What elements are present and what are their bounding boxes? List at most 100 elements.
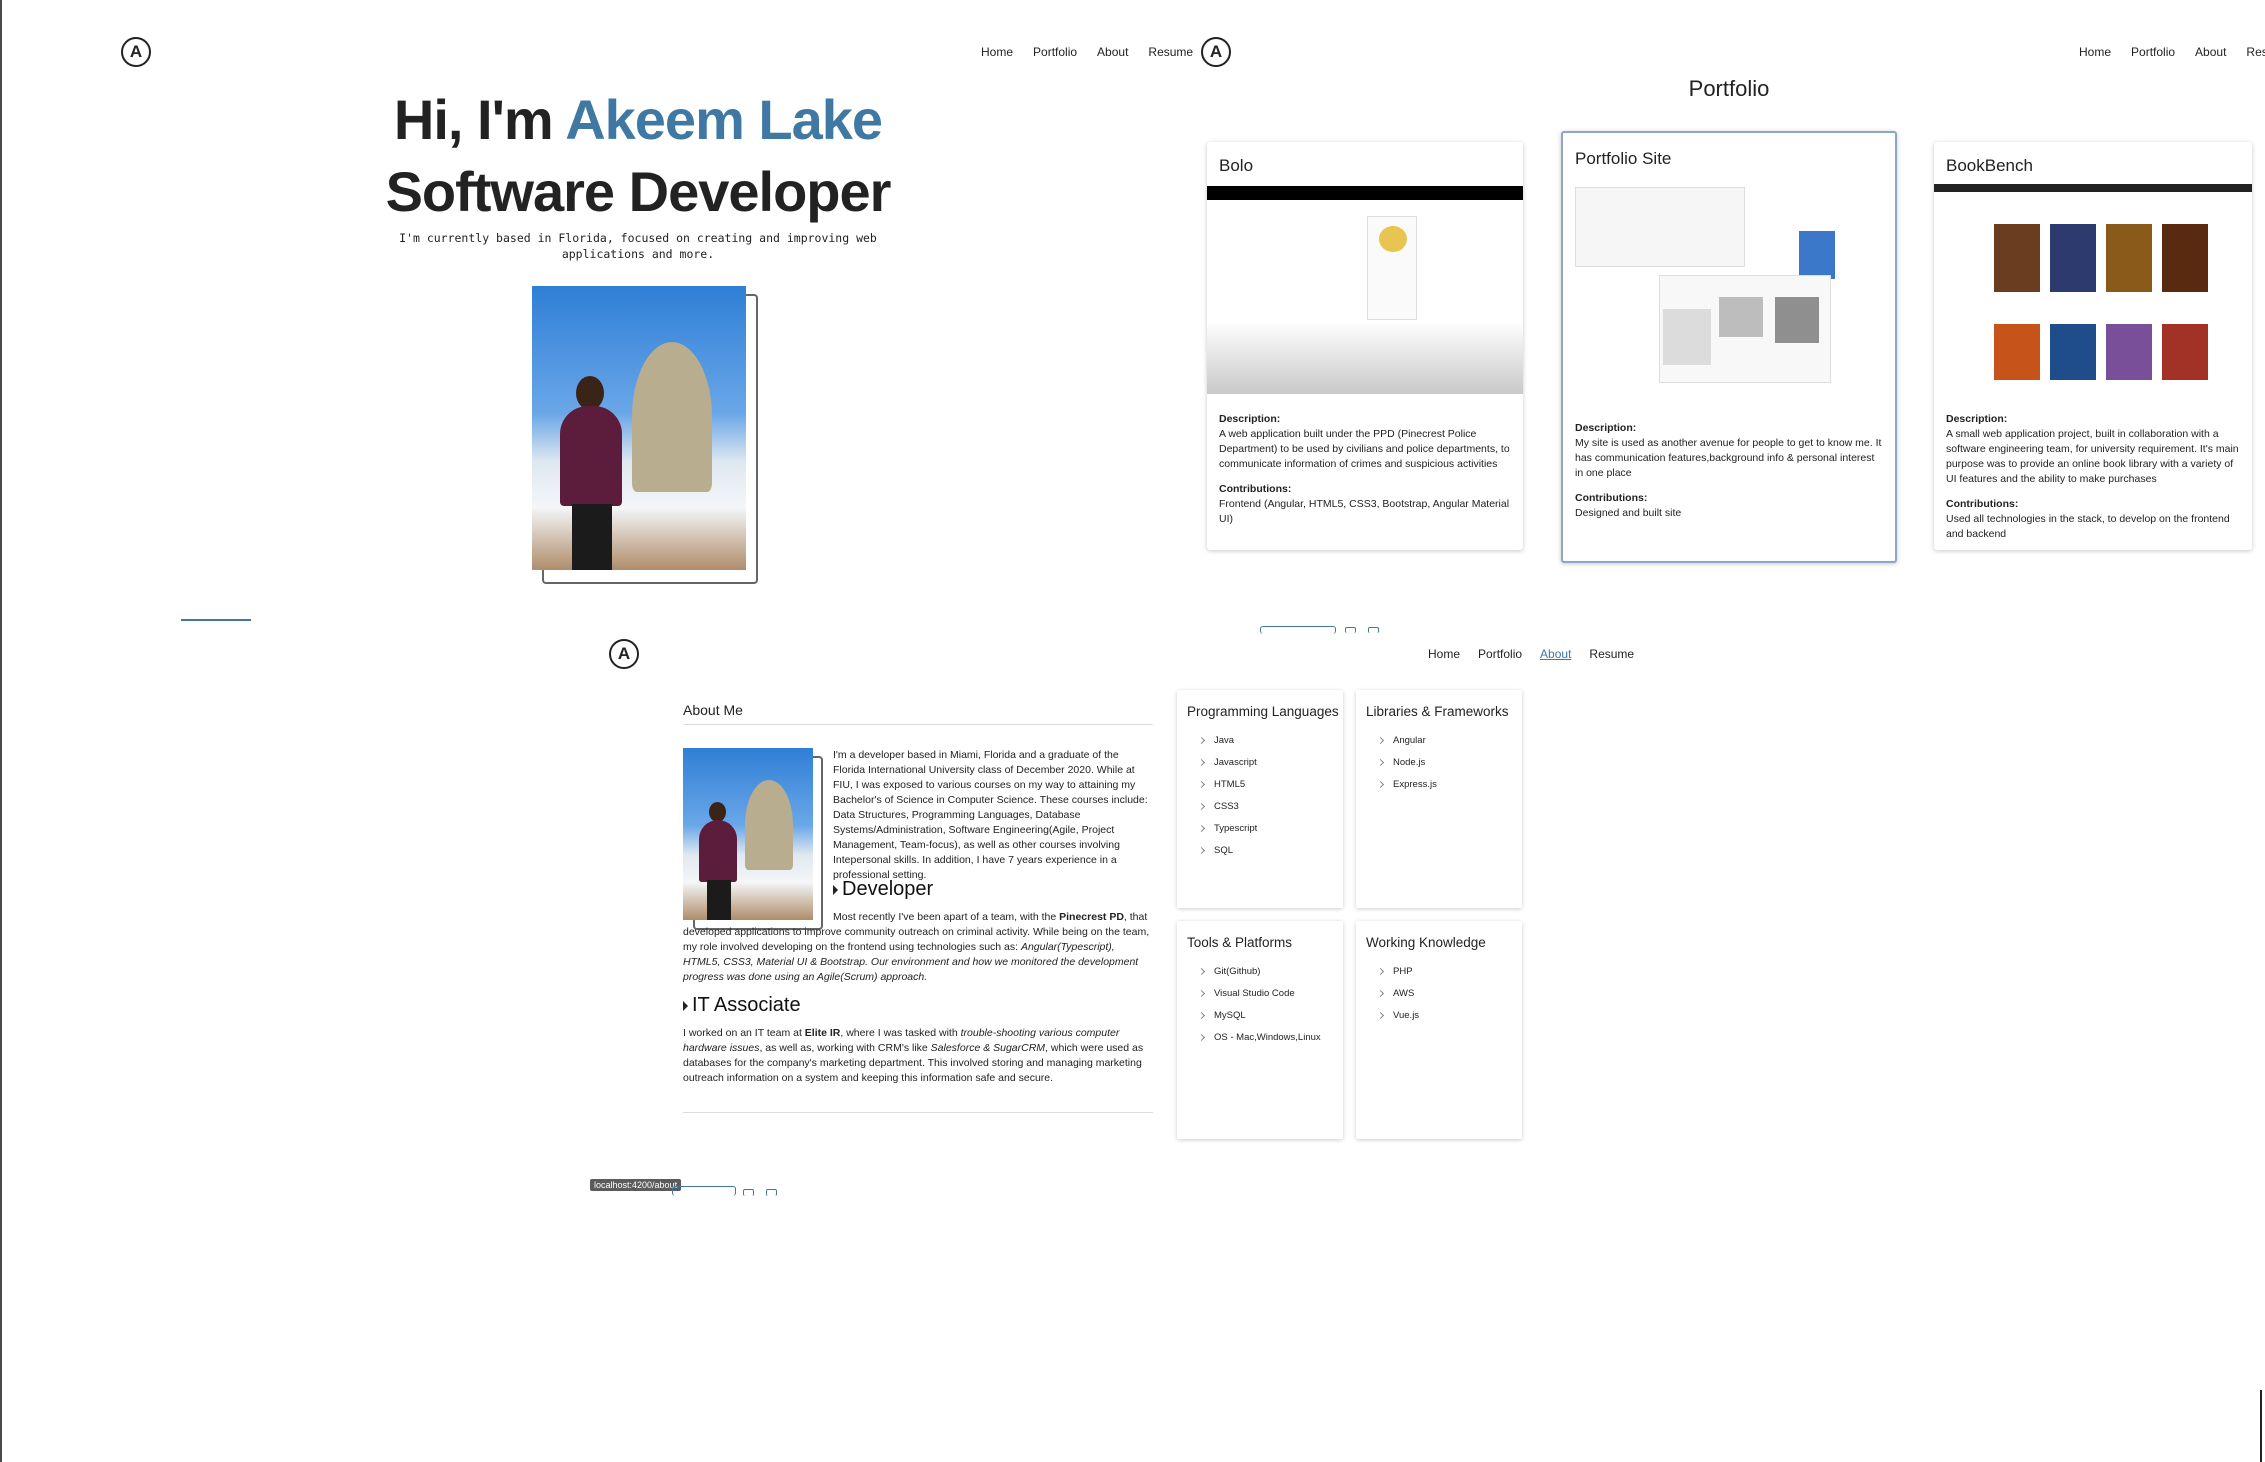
chevron-right-icon — [1197, 989, 1206, 998]
nav-portfolio[interactable]: Portfolio — [2131, 45, 2175, 59]
skill-item: MySQL — [1197, 1005, 1321, 1027]
it-paragraph: I worked on an IT team at Elite IR, wher… — [683, 1027, 1144, 1084]
window-edge — [0, 0, 2, 1462]
logo-icon[interactable]: A — [1201, 37, 1231, 67]
chevron-right-icon — [1376, 780, 1385, 789]
divider — [683, 1112, 1153, 1113]
project-title: Bolo — [1219, 156, 1254, 175]
project-screenshot — [1207, 186, 1523, 394]
project-description: Description: A small web application proj… — [1946, 413, 2239, 540]
skill-list: PHP AWS Vue.js — [1376, 961, 1419, 1027]
chevron-right-icon — [1197, 846, 1206, 855]
project-title: Portfolio Site — [1575, 149, 1672, 168]
skill-card-title: Programming Languages — [1187, 704, 1339, 719]
portfolio-nav: Home Portfolio About Resume — [2079, 45, 2265, 59]
nav-resume[interactable]: Resume — [2246, 45, 2265, 59]
github-icon — [1345, 627, 1356, 633]
nav-home[interactable]: Home — [2079, 45, 2111, 59]
project-title: BookBench — [1946, 156, 2033, 175]
project-card-bookbench[interactable]: BookBench Description: A small web applic… — [1934, 142, 2252, 550]
hero-intro: I'm currently based in Florida, focused … — [399, 231, 877, 261]
chevron-right-icon — [1376, 1011, 1385, 1020]
skill-item: Git(Github) — [1197, 961, 1321, 983]
project-description: Description: My site is used as another a… — [1575, 422, 1882, 519]
project-card-bolo[interactable]: Bolo Description: A web application built… — [1207, 142, 1523, 550]
it-associate-heading[interactable]: IT Associate — [683, 994, 801, 1017]
chevron-right-icon — [1197, 1011, 1206, 1020]
chevron-right-icon — [1197, 967, 1206, 976]
nav-about[interactable]: About — [2195, 45, 2226, 59]
chevron-right-icon — [1197, 758, 1206, 767]
nav-resume[interactable]: Resume — [1589, 647, 1634, 661]
skill-list: Git(Github) Visual Studio Code MySQL OS … — [1197, 961, 1321, 1049]
skill-card-title: Tools & Platforms — [1187, 935, 1293, 950]
skill-item: Javascript — [1197, 752, 1257, 774]
contact-button-fragment — [1260, 626, 1336, 634]
hero-name: Akeem Lake — [565, 88, 883, 151]
divider — [683, 724, 1153, 725]
logo-icon[interactable]: A — [609, 639, 639, 669]
chevron-right-icon — [1376, 758, 1385, 767]
status-bar-url: localhost:4200/about — [590, 1179, 682, 1191]
home-nav: Home Portfolio About Resume — [981, 45, 1193, 59]
skill-card-working-knowledge: Working Knowledge PHP AWS Vue.js — [1356, 921, 1522, 1139]
hero-role: Software Developer — [385, 160, 892, 223]
about-intro: I'm a developer based in Miami, Florida … — [833, 749, 1148, 881]
skill-item: PHP — [1376, 961, 1419, 983]
chevron-right-icon — [1376, 736, 1385, 745]
skill-item: CSS3 — [1197, 796, 1257, 818]
skill-item: Angular — [1376, 730, 1437, 752]
portfolio-title: Portfolio — [1688, 76, 1770, 101]
chevron-right-icon — [1197, 824, 1206, 833]
developer-heading[interactable]: Developer — [833, 878, 933, 901]
project-screenshot — [1563, 179, 1895, 389]
skill-item: Typescript — [1197, 818, 1257, 840]
nav-about[interactable]: About — [1097, 45, 1128, 59]
skill-list: Java Javascript HTML5 CSS3 Typescript SQ… — [1197, 730, 1257, 862]
github-icon — [743, 1189, 754, 1196]
caret-right-icon — [683, 1000, 688, 1011]
project-description: Description: A web application built unde… — [1219, 413, 1510, 525]
chevron-right-icon — [1197, 1033, 1206, 1042]
chevron-right-icon — [1197, 736, 1206, 745]
nav-portfolio[interactable]: Portfolio — [1033, 45, 1077, 59]
about-nav: Home Portfolio About Resume — [1428, 647, 1634, 661]
skill-item: Vue.js — [1376, 1005, 1419, 1027]
chevron-right-icon — [1197, 780, 1206, 789]
linkedin-icon — [1368, 627, 1379, 633]
skill-item: Java — [1197, 730, 1257, 752]
skill-item: OS - Mac,Windows,Linux — [1197, 1027, 1321, 1049]
skill-item: Express.js — [1376, 774, 1437, 796]
chevron-right-icon — [1376, 967, 1385, 976]
skill-card-tools-platforms: Tools & Platforms Git(Github) Visual Stu… — [1177, 921, 1343, 1139]
nav-resume[interactable]: Resume — [1148, 45, 1193, 59]
skill-item: AWS — [1376, 983, 1419, 1005]
nav-about[interactable]: About — [1540, 647, 1571, 661]
skill-list: Angular Node.js Express.js — [1376, 730, 1437, 796]
nav-home[interactable]: Home — [981, 45, 1013, 59]
skill-item: SQL — [1197, 840, 1257, 862]
logo-icon[interactable]: A — [121, 37, 151, 67]
profile-photo — [532, 286, 746, 570]
skill-item: HTML5 — [1197, 774, 1257, 796]
linkedin-icon — [766, 1189, 777, 1196]
window-edge-right — [2260, 1390, 2262, 1462]
hero-greeting: Hi, I'm — [393, 88, 554, 151]
project-card-portfolio-site[interactable]: Portfolio Site Description: My site is us… — [1561, 131, 1897, 563]
nav-portfolio[interactable]: Portfolio — [1478, 647, 1522, 661]
chevron-right-icon — [1376, 989, 1385, 998]
scroll-indicator — [181, 619, 251, 621]
skill-card-title: Libraries & Frameworks — [1366, 704, 1509, 719]
about-title: About Me — [683, 702, 743, 718]
project-screenshot — [1934, 184, 2252, 396]
caret-right-icon — [833, 884, 838, 895]
skill-card-programming-languages: Programming Languages Java Javascript HT… — [1177, 690, 1343, 908]
skill-item: Node.js — [1376, 752, 1437, 774]
skill-item: Visual Studio Code — [1197, 983, 1321, 1005]
contact-button-fragment — [672, 1186, 736, 1196]
nav-home[interactable]: Home — [1428, 647, 1460, 661]
skill-card-libraries-frameworks: Libraries & Frameworks Angular Node.js E… — [1356, 690, 1522, 908]
hero-title: Hi, I'm Akeem Lake — [318, 84, 958, 156]
chevron-right-icon — [1197, 802, 1206, 811]
profile-photo — [683, 748, 813, 920]
